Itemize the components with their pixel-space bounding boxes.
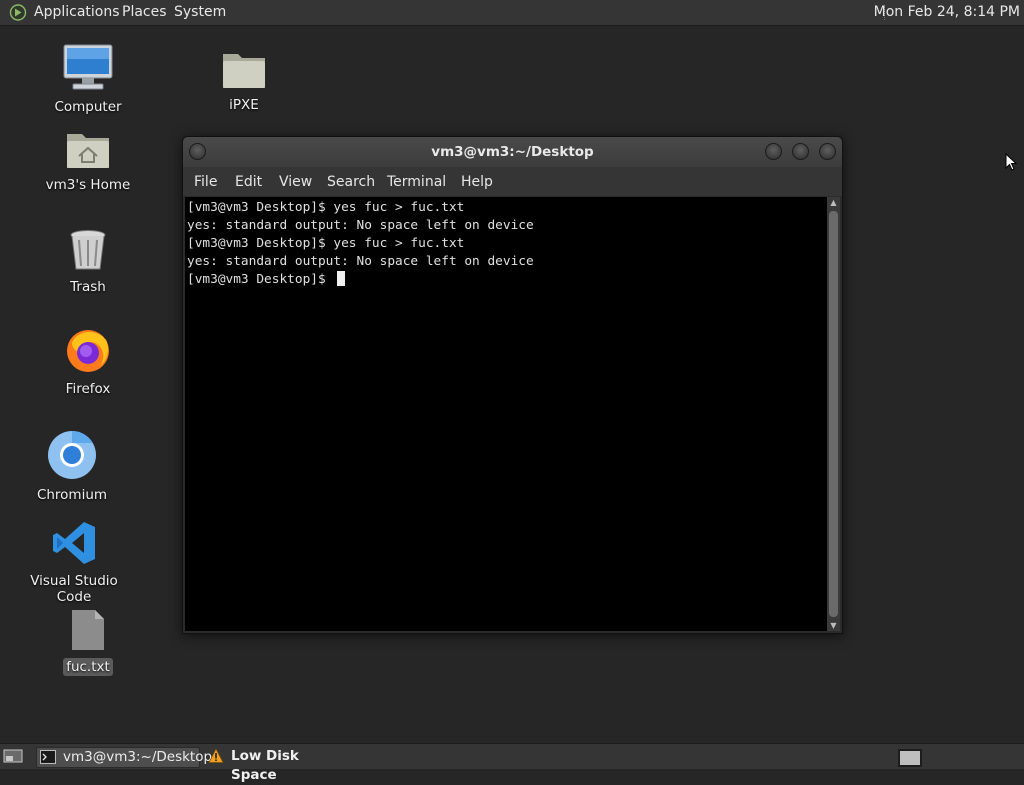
bottom-panel: vm3@vm3:~/Desktop Low Disk Space	[0, 743, 1024, 783]
desktop-icon-label: iPXE	[229, 97, 259, 113]
menu-search[interactable]: Search	[327, 174, 375, 190]
minimize-button[interactable]	[765, 143, 782, 160]
window-title: vm3@vm3:~/Desktop	[431, 144, 594, 160]
menu-terminal[interactable]: Terminal	[387, 174, 446, 190]
terminal-icon	[40, 750, 56, 770]
scroll-down-arrow-icon[interactable]: ▼	[827, 621, 840, 630]
terminal-menubar: File Edit View Search Terminal Help	[183, 167, 842, 196]
home-folder-icon	[28, 128, 148, 174]
taskbar-label: Low Disk Space	[231, 748, 299, 783]
desktop-icon-home[interactable]: vm3's Home	[28, 128, 148, 194]
menu-edit[interactable]: Edit	[235, 174, 262, 190]
scroll-up-arrow-icon[interactable]: ▲	[827, 198, 840, 207]
terminal-scrollbar[interactable]: ▲ ▼	[827, 197, 840, 631]
firefox-icon	[28, 326, 148, 378]
terminal-output[interactable]: [vm3@vm3 Desktop]$ yes fuc > fuc.txt yes…	[185, 197, 827, 631]
window-titlebar[interactable]: vm3@vm3:~/Desktop	[183, 137, 842, 167]
maximize-button[interactable]	[792, 143, 809, 160]
taskbar-label: vm3@vm3:~/Desktop	[63, 749, 213, 765]
desktop-icon-label: Firefox	[65, 381, 111, 397]
clock[interactable]: Mon Feb 24, 8:14 PM	[874, 4, 1020, 20]
desktop-icon-vscode[interactable]: Visual Studio Code	[14, 520, 134, 606]
desktop-icon-computer[interactable]: Computer	[28, 44, 148, 116]
show-desktop-icon[interactable]	[3, 748, 23, 768]
menu-view[interactable]: View	[279, 174, 312, 190]
taskbar-terminal[interactable]: vm3@vm3:~/Desktop	[36, 747, 212, 770]
warning-icon	[208, 748, 224, 770]
text-cursor	[337, 271, 346, 286]
menu-help[interactable]: Help	[461, 174, 493, 190]
terminal-line: yes: standard output: No space left on d…	[187, 254, 534, 269]
desktop-icon-label: vm3's Home	[45, 177, 131, 193]
taskbar-low-disk-space[interactable]: Low Disk Space	[206, 747, 346, 783]
vscode-icon	[14, 520, 134, 570]
chromium-icon	[12, 430, 132, 484]
workspace-switcher[interactable]	[898, 749, 922, 767]
terminal-line: [vm3@vm3 Desktop]$ yes fuc > fuc.txt	[187, 200, 465, 215]
places-menu[interactable]: Places	[122, 4, 167, 21]
desktop-icon-trash[interactable]: Trash	[28, 228, 148, 296]
mate-logo-icon[interactable]	[9, 4, 27, 25]
close-button[interactable]	[819, 143, 836, 160]
desktop-icon-label: fuc.txt	[63, 658, 113, 676]
system-menu[interactable]: System	[174, 4, 226, 21]
scroll-thumb[interactable]	[829, 211, 838, 617]
applications-menu[interactable]: Applications	[34, 4, 120, 21]
desktop-icon-chromium[interactable]: Chromium	[12, 430, 132, 504]
computer-icon	[28, 44, 148, 96]
terminal-line: yes: standard output: No space left on d…	[187, 218, 534, 233]
terminal-prompt: [vm3@vm3 Desktop]$	[187, 272, 334, 287]
terminal-prompt-line: [vm3@vm3 Desktop]$	[187, 271, 346, 289]
desktop-icon-firefox[interactable]: Firefox	[28, 326, 148, 398]
desktop-icon-label: Chromium	[36, 487, 108, 503]
folder-icon	[184, 48, 304, 94]
desktop-icon-label: Trash	[70, 279, 106, 295]
desktop-icon-label: Visual Studio Code	[30, 573, 118, 605]
menu-file[interactable]: File	[194, 174, 217, 190]
top-panel: Applications Places System Mon Feb 24, 8…	[0, 0, 1024, 26]
trash-icon	[28, 228, 148, 276]
text-file-icon	[28, 608, 148, 656]
desktop-icon-ipxe[interactable]: iPXE	[184, 48, 304, 114]
terminal-line: [vm3@vm3 Desktop]$ yes fuc > fuc.txt	[187, 236, 465, 251]
desktop-icon-fuc-txt[interactable]: fuc.txt	[28, 608, 148, 676]
terminal-window[interactable]: vm3@vm3:~/Desktop File Edit View Search …	[182, 136, 843, 634]
mouse-pointer-icon	[1005, 152, 1018, 175]
desktop-icon-label: Computer	[54, 99, 122, 115]
